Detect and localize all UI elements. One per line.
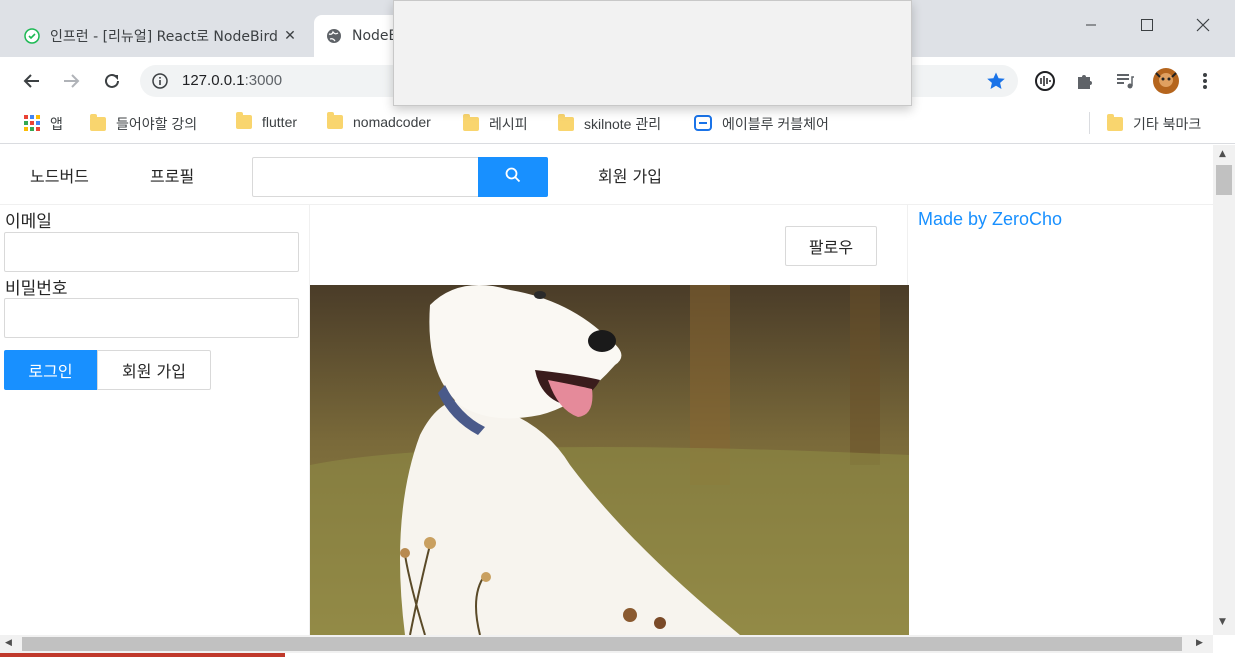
password-field[interactable]	[4, 298, 299, 338]
password-label: 비밀번호	[5, 279, 68, 299]
post-card: 팔로우	[309, 205, 909, 635]
menu-item-profile[interactable]: 프로필	[150, 163, 194, 187]
close-tab-icon[interactable]: ✕	[282, 28, 298, 44]
bookmark-label: 기타 북마크	[1133, 116, 1202, 132]
extensions-puzzle-icon[interactable]	[1074, 70, 1096, 92]
signup-button[interactable]: 회원 가입	[97, 350, 211, 390]
menu-item-signup[interactable]: 회원 가입	[598, 163, 662, 187]
folder-icon	[236, 112, 252, 129]
dog-photo[interactable]	[310, 285, 909, 635]
scroll-down-icon[interactable]: ▼	[1219, 617, 1226, 627]
url-port: :3000	[244, 72, 283, 89]
globe-icon	[326, 28, 342, 44]
bookmarks-bar: 앱 들어야할 강의 flutter nomadcoder 레시피 skilnot…	[0, 106, 1235, 144]
horizontal-scroll-thumb[interactable]	[22, 637, 1182, 651]
bookmark-star-icon[interactable]	[986, 71, 1006, 95]
close-window-icon[interactable]	[1181, 10, 1225, 40]
folder-icon	[1107, 114, 1123, 131]
apps-grid-icon	[24, 114, 40, 134]
inflearn-favicon-icon	[24, 28, 40, 44]
reload-icon[interactable]	[98, 67, 126, 95]
bookmark-label: skilnote 관리	[584, 116, 662, 132]
site-icon	[694, 114, 712, 134]
bookmark-folder[interactable]: 들어야할 강의	[90, 114, 197, 134]
web-page: 노드버드 프로필 회원 가입 이메일 비밀번호 로그인 회원 가입 팔로우 Ma…	[0, 145, 1213, 635]
folder-icon	[463, 114, 479, 131]
bookmark-label: 에이블루 커블체어	[722, 116, 829, 132]
search-button[interactable]	[478, 157, 548, 197]
bookmark-folder[interactable]: nomadcoder	[327, 112, 431, 130]
login-form: 이메일 비밀번호 로그인 회원 가입	[0, 205, 309, 635]
bookmark-label: flutter	[262, 114, 298, 130]
taskbar-indicator	[0, 653, 285, 657]
bookmark-other[interactable]: 기타 북마크	[1107, 114, 1201, 134]
folder-icon	[558, 114, 574, 131]
login-button[interactable]: 로그인	[4, 350, 97, 390]
url-host: 127.0.0.1	[182, 72, 245, 89]
more-menu-icon[interactable]	[1194, 70, 1216, 92]
vertical-scroll-thumb[interactable]	[1216, 165, 1232, 195]
bookmark-label: 들어야할 강의	[116, 116, 198, 132]
bookmark-label: 앱	[50, 116, 63, 132]
media-queue-icon[interactable]	[1114, 70, 1136, 92]
minimize-icon[interactable]	[1069, 10, 1113, 40]
bookmark-apps[interactable]: 앱	[24, 114, 63, 134]
bookmark-folder[interactable]: 레시피	[463, 114, 528, 134]
top-menu: 노드버드 프로필 회원 가입	[0, 145, 1213, 205]
zerocho-link[interactable]: Made by ZeroCho	[918, 209, 1062, 230]
folder-icon	[327, 112, 343, 129]
follow-button[interactable]: 팔로우	[785, 226, 877, 266]
email-label: 이메일	[5, 212, 52, 232]
back-arrow-icon[interactable]	[18, 67, 46, 95]
url-text: 127.0.0.1:3000	[182, 72, 282, 89]
bookmark-folder[interactable]: flutter	[236, 112, 298, 130]
bookmark-label: nomadcoder	[353, 114, 431, 130]
info-icon[interactable]	[152, 73, 168, 89]
scroll-right-icon[interactable]: ▶	[1196, 638, 1203, 648]
profile-avatar[interactable]	[1153, 68, 1179, 94]
forward-arrow-icon[interactable]	[57, 67, 85, 95]
horizontal-scrollbar[interactable]: ◀ ▶	[0, 635, 1213, 653]
tab-inflearn[interactable]: 인프런 - [리뉴얼] React로 NodeBird ✕	[12, 15, 310, 57]
bookmarks-divider	[1089, 112, 1090, 134]
email-field[interactable]	[4, 232, 299, 272]
scroll-up-icon[interactable]: ▲	[1219, 149, 1226, 159]
vertical-scrollbar[interactable]: ▲ ▼	[1213, 145, 1235, 635]
folder-icon	[90, 114, 106, 131]
bookmark-folder[interactable]: skilnote 관리	[558, 114, 661, 134]
scroll-left-icon[interactable]: ◀	[5, 638, 12, 648]
bookmark-site[interactable]: 에이블루 커블체어	[694, 114, 829, 134]
tab-title: 인프런 - [리뉴얼] React로 NodeBird	[50, 29, 278, 45]
audio-extension-icon[interactable]	[1034, 70, 1056, 92]
menu-item-home[interactable]: 노드버드	[30, 163, 89, 187]
search-input[interactable]	[252, 157, 480, 197]
maximize-icon[interactable]	[1125, 10, 1169, 40]
search-icon	[505, 167, 521, 187]
overlay-popup	[393, 0, 912, 106]
bookmark-label: 레시피	[489, 116, 528, 132]
